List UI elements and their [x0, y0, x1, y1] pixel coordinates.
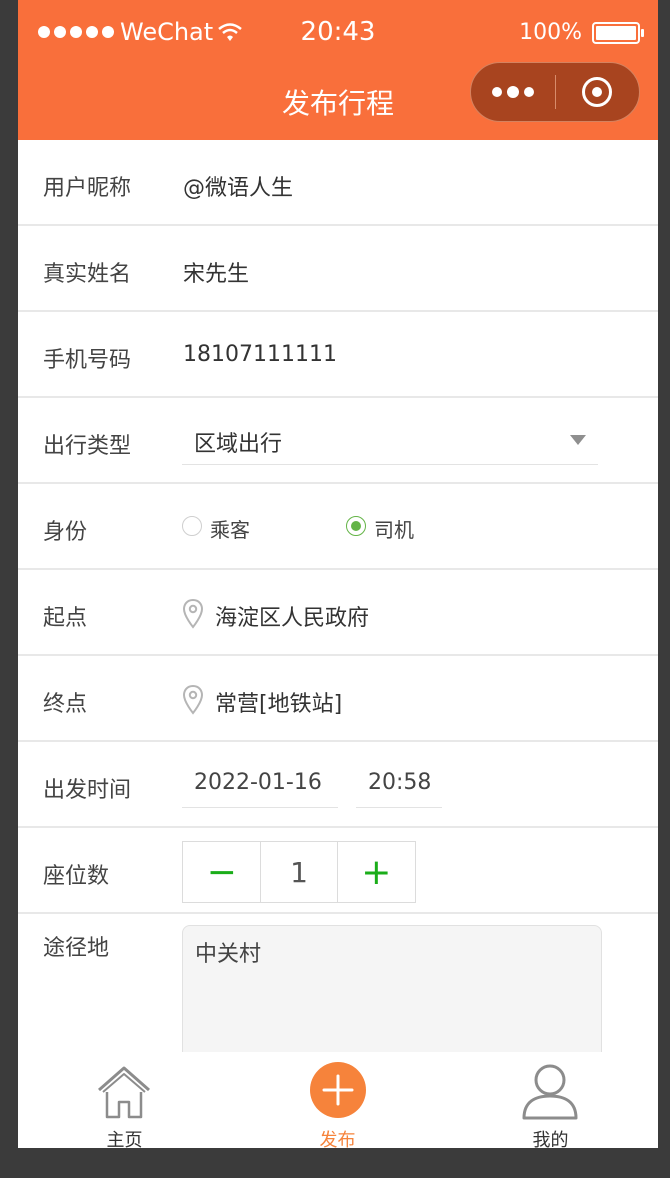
- nav-bar: 发布行程: [18, 60, 658, 140]
- tab-home-label: 主页: [106, 1130, 143, 1148]
- seat-stepper: − 1 +: [182, 841, 416, 903]
- seat-count[interactable]: 1: [260, 842, 338, 902]
- battery-status: 100%: [519, 20, 644, 45]
- mini-program-capsule: [470, 62, 640, 122]
- date-value: 2022-01-16: [194, 770, 322, 795]
- trip-type-value: 区域出行: [194, 432, 283, 457]
- driver-label[interactable]: 司机: [374, 514, 414, 543]
- end-label: 终点: [43, 692, 88, 717]
- nickname-value: @微语人生: [183, 176, 294, 201]
- end-location[interactable]: 常营[地铁站]: [215, 686, 342, 718]
- phone-input[interactable]: 18107111111: [183, 342, 337, 367]
- row-identity: 身份 乘客 司机: [18, 484, 658, 570]
- user-icon: [522, 1064, 578, 1120]
- row-depart-time: 出发时间 2022-01-16 20:58: [18, 742, 658, 828]
- row-trip-type: 出行类型 区域出行: [18, 398, 658, 484]
- row-real-name: 真实姓名 宋先生: [18, 226, 658, 312]
- tab-home[interactable]: 主页: [18, 1052, 231, 1148]
- depart-time-label: 出发时间: [43, 778, 132, 803]
- start-label: 起点: [43, 606, 88, 631]
- plus-icon: [310, 1062, 366, 1118]
- home-icon: [98, 1066, 150, 1119]
- real-name-input[interactable]: 宋先生: [183, 256, 249, 288]
- minus-button[interactable]: −: [183, 842, 260, 902]
- trip-type-label: 出行类型: [43, 434, 132, 459]
- real-name-label: 真实姓名: [43, 262, 132, 287]
- trip-type-select[interactable]: 区域出行: [182, 410, 598, 465]
- row-end: 终点 常营[地铁站]: [18, 656, 658, 742]
- start-location[interactable]: 海淀区人民政府: [215, 600, 369, 632]
- location-pin-icon: [182, 598, 204, 629]
- chevron-down-icon: [570, 435, 586, 445]
- identity-label: 身份: [43, 520, 88, 545]
- time-value: 20:58: [368, 770, 432, 795]
- via-label: 途径地: [43, 936, 110, 961]
- close-button[interactable]: [556, 63, 639, 121]
- seats-label: 座位数: [43, 864, 110, 889]
- plus-button[interactable]: +: [338, 842, 415, 902]
- battery-icon: [592, 21, 644, 44]
- time-picker[interactable]: 20:58: [356, 756, 442, 808]
- passenger-label[interactable]: 乘客: [210, 514, 250, 543]
- tab-mine-label: 我的: [532, 1130, 569, 1148]
- tab-publish-label: 发布: [319, 1130, 356, 1148]
- status-bar: WeChat 20:43 100%: [18, 0, 658, 60]
- row-start: 起点 海淀区人民政府: [18, 570, 658, 656]
- radio-driver[interactable]: [346, 516, 366, 536]
- radio-passenger[interactable]: [182, 516, 202, 536]
- tab-publish[interactable]: 发布: [231, 1052, 444, 1148]
- phone-label: 手机号码: [43, 348, 132, 373]
- close-icon: [582, 77, 613, 107]
- date-picker[interactable]: 2022-01-16: [182, 756, 338, 808]
- more-button[interactable]: [471, 63, 555, 121]
- battery-percent: 100%: [519, 20, 582, 45]
- location-pin-icon: [182, 684, 204, 715]
- tab-bar: 主页 发布 我的: [18, 1052, 658, 1148]
- nickname-label: 用户昵称: [43, 176, 132, 201]
- tab-mine[interactable]: 我的: [444, 1052, 657, 1148]
- row-phone: 手机号码 18107111111: [18, 312, 658, 398]
- row-nickname: 用户昵称 @微语人生: [18, 140, 658, 226]
- phone-screen: WeChat 20:43 100% 发布行程 用户昵称 @微语人生 真实姓名 宋…: [18, 0, 658, 1148]
- row-seats: 座位数 − 1 +: [18, 828, 658, 914]
